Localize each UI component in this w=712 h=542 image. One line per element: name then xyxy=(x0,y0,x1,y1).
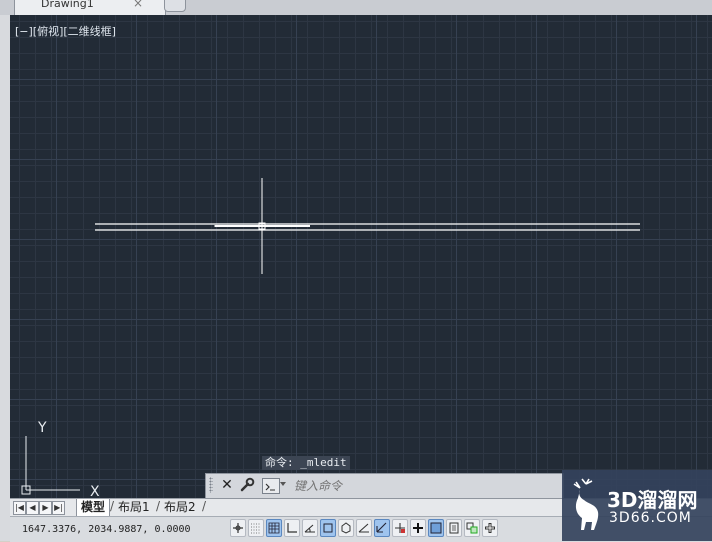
command-line-grip-icon[interactable] xyxy=(209,477,213,493)
tab-model[interactable]: 模型 xyxy=(76,499,111,516)
transparency-icon[interactable] xyxy=(428,519,444,537)
last-tab-button[interactable]: ▶| xyxy=(52,501,65,515)
ucs-x-label: X xyxy=(90,484,100,500)
document-tab-close-icon[interactable]: × xyxy=(133,0,143,10)
selection-cycling-icon[interactable] xyxy=(464,519,480,537)
first-tab-button[interactable]: |◀ xyxy=(13,501,26,515)
ucs-y-label: Y xyxy=(37,420,47,436)
new-tab-button[interactable] xyxy=(164,0,186,12)
next-tab-button[interactable]: ▶ xyxy=(39,501,52,515)
command-prompt-icon[interactable] xyxy=(262,478,280,494)
tab-divider: / xyxy=(202,499,207,513)
document-tab-strip: Drawing1 × xyxy=(0,0,712,16)
ortho-mode-icon[interactable] xyxy=(284,519,300,537)
customize-wrench-icon[interactable] xyxy=(239,477,255,493)
command-history-line: 命令: _mledit xyxy=(262,456,350,470)
drawing-viewport[interactable]: [−][俯视][二维线框] Y X xyxy=(10,15,712,500)
left-frame xyxy=(0,15,10,541)
watermark-domain: 3D66.COM xyxy=(609,510,692,526)
tab-layout2[interactable]: 布局2 xyxy=(160,499,200,516)
drawing-canvas[interactable] xyxy=(10,15,712,498)
recent-commands-dropdown-icon[interactable] xyxy=(280,482,286,486)
infer-constraints-icon[interactable] xyxy=(230,519,246,537)
grid-display-icon[interactable] xyxy=(266,519,282,537)
3d-object-snap-icon[interactable] xyxy=(338,519,354,537)
quick-properties-icon[interactable] xyxy=(446,519,462,537)
command-line-close-icon[interactable]: ✕ xyxy=(219,476,235,494)
prev-tab-button[interactable]: ◀ xyxy=(26,501,39,515)
document-tab-label: Drawing1 xyxy=(41,0,94,10)
ucs-icon: Y X xyxy=(21,420,100,500)
command-line-bar[interactable]: ✕ xyxy=(205,473,564,499)
snap-mode-icon[interactable] xyxy=(248,519,264,537)
object-snap-icon[interactable] xyxy=(320,519,336,537)
dynamic-ucs-icon[interactable] xyxy=(374,519,390,537)
deer-logo-icon xyxy=(573,478,599,530)
cursor-coordinates: 1647.3376, 2034.9887, 0.0000 xyxy=(22,524,191,535)
site-watermark: 3D溜溜网 3D66.COM xyxy=(562,470,712,541)
watermark-brand: 3D溜溜网 xyxy=(607,488,698,512)
polar-tracking-icon[interactable] xyxy=(302,519,318,537)
lineweight-icon[interactable] xyxy=(410,519,426,537)
object-snap-tracking-icon[interactable] xyxy=(356,519,372,537)
command-input[interactable] xyxy=(292,476,556,496)
annotation-monitor-icon[interactable] xyxy=(482,519,498,537)
dynamic-input-icon[interactable] xyxy=(392,519,408,537)
tab-layout1[interactable]: 布局1 xyxy=(114,499,154,516)
document-tab[interactable]: Drawing1 × xyxy=(14,0,166,16)
crosshair-cursor-icon xyxy=(214,178,310,274)
